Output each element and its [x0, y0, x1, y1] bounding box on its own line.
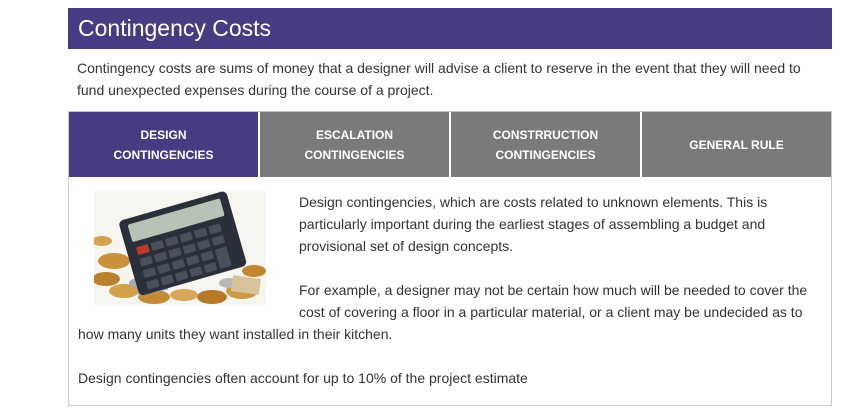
intro-text: Contingency costs are sums of money that… — [77, 60, 801, 98]
tab-label-line2: CONTINGENCIES — [495, 147, 596, 162]
tab-bar: DESIGN CONTINGENCIES ESCALATION CONTINGENC… — [68, 111, 832, 178]
tab-label-line1: ESCALATION — [315, 127, 394, 142]
tab-general-rule[interactable]: GENERAL RULE — [642, 112, 831, 177]
tab-label-line1: GENERAL RULE — [689, 137, 784, 152]
tab-label-line2: CONTINGENCIES — [304, 147, 405, 162]
tab-design-contingencies[interactable]: DESIGN CONTINGENCIES — [69, 112, 260, 177]
tab-escalation-contingencies[interactable]: ESCALATION CONTINGENCIES — [260, 112, 451, 177]
tab-panel: Design contingencies, which are costs re… — [68, 177, 832, 406]
calculator-coins-image — [94, 191, 266, 305]
panel-paragraph-3: Design contingencies often account for u… — [78, 370, 528, 386]
tab-construction-contingencies[interactable]: CONSTRRUCTION CONTINGENCIES — [451, 112, 642, 177]
section-title: Contingency Costs — [78, 15, 272, 41]
panel-content: Design contingencies, which are costs re… — [78, 191, 818, 389]
tab-label-line2: CONTINGENCIES — [113, 147, 214, 162]
tab-label-line1: CONSTRRUCTION — [492, 127, 599, 142]
tab-label-line1: DESIGN — [140, 127, 187, 142]
section-header: Contingency Costs — [68, 8, 832, 49]
